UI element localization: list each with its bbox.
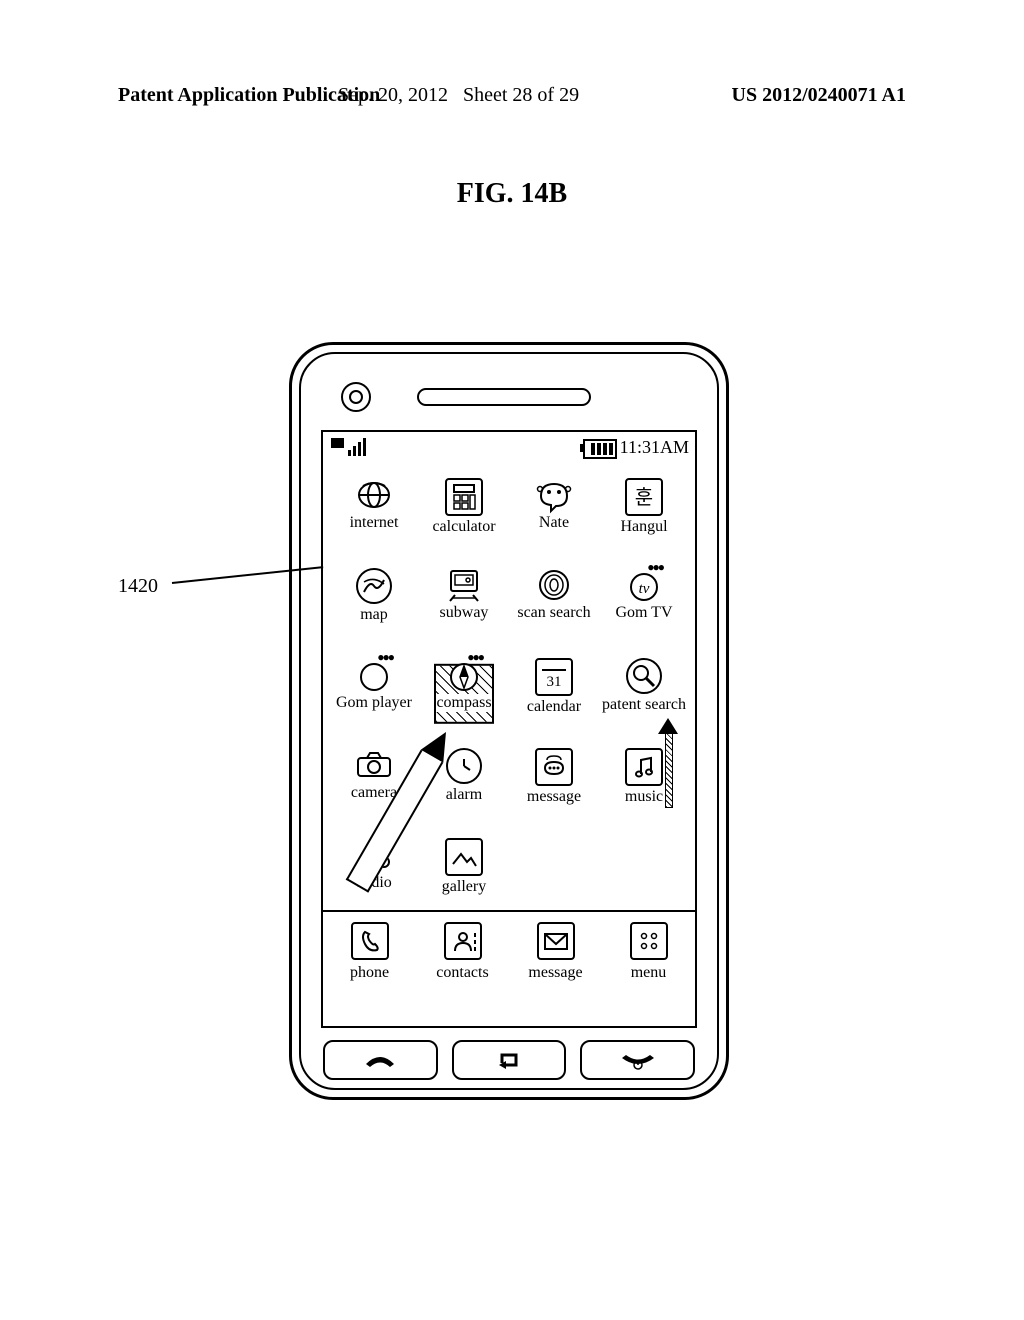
header-sheet: Sheet 28 of 29: [463, 84, 579, 106]
dock-label: menu: [631, 964, 667, 982]
app-label: music: [625, 788, 663, 806]
contacts-icon: [444, 922, 482, 960]
alarm-icon: [446, 748, 482, 784]
bear-paw-icon: ●●●: [467, 650, 483, 665]
envelope-icon: [537, 922, 575, 960]
bear-paw-icon: ●●●: [377, 650, 393, 665]
app-calculator[interactable]: calculator: [419, 478, 509, 564]
app-gom-tv[interactable]: ●●● tv Gom TV: [599, 568, 689, 654]
map-icon: [356, 568, 392, 604]
signal-icon: [331, 438, 366, 456]
app-map[interactable]: map: [329, 568, 419, 654]
earpiece-icon: [417, 388, 591, 406]
hangul-icon: 훈: [625, 478, 663, 516]
hw-back-button[interactable]: [452, 1040, 567, 1080]
phone-screen: 11:31AM internet calculator Nate: [321, 430, 697, 1028]
app-music[interactable]: music: [599, 748, 689, 834]
svg-text:tv: tv: [639, 581, 650, 597]
chat-bubble-icon: [537, 478, 571, 512]
end-call-icon: [616, 1050, 660, 1070]
app-label: Hangul: [620, 518, 667, 536]
hardware-buttons: [323, 1040, 695, 1080]
app-label: alarm: [446, 786, 482, 804]
dock-bar: phone contacts message menu: [323, 910, 695, 1026]
camera-icon: [357, 748, 391, 782]
bear-paw-icon: ●●●: [647, 560, 663, 575]
app-label: compass: [436, 694, 491, 712]
dock-label: phone: [350, 964, 389, 982]
dock-message[interactable]: message: [509, 922, 602, 1026]
dock-label: contacts: [436, 964, 488, 982]
battery-icon: [583, 439, 617, 459]
back-arrow-icon: [494, 1049, 524, 1071]
header-date: Sep. 20, 2012: [338, 84, 448, 106]
gallery-icon: [445, 838, 483, 876]
hw-call-button[interactable]: [323, 1040, 438, 1080]
app-gom-player[interactable]: ●●● Gom player: [329, 658, 419, 744]
app-label: gallery: [442, 878, 486, 896]
calendar-icon: 31: [535, 658, 573, 696]
status-bar: 11:31AM: [323, 432, 695, 464]
app-hangul[interactable]: 훈 Hangul: [599, 478, 689, 564]
compass-icon: ●●●: [447, 658, 481, 692]
app-label: subway: [440, 604, 489, 622]
app-label: map: [360, 606, 388, 624]
dock-label: message: [528, 964, 582, 982]
figure-title: FIG. 14B: [0, 178, 1024, 210]
handset-icon: [360, 1050, 400, 1070]
dock-contacts[interactable]: contacts: [416, 922, 509, 1026]
app-label: Gom player: [336, 694, 412, 712]
calculator-icon: [445, 478, 483, 516]
fingerprint-icon: [537, 568, 571, 602]
header-mid: Sep. 20, 2012 Sheet 28 of 29: [338, 84, 579, 107]
header-right: US 2012/0240071 A1: [732, 84, 906, 107]
app-label: calculator: [432, 518, 495, 536]
app-label: Nate: [539, 514, 569, 532]
app-subway[interactable]: subway: [419, 568, 509, 654]
phone-handset-icon: [351, 922, 389, 960]
front-camera-icon: [341, 382, 371, 412]
app-label: calendar: [527, 698, 581, 716]
menu-grid-icon: [630, 922, 668, 960]
music-note-icon: [625, 748, 663, 786]
message-stack-icon: [535, 748, 573, 786]
app-label: internet: [350, 514, 399, 532]
scroll-up-arrow-icon: [661, 718, 675, 808]
dock-menu[interactable]: menu: [602, 922, 695, 1026]
gom-tv-icon: ●●● tv: [627, 568, 661, 602]
app-label: scan search: [517, 604, 590, 622]
gom-player-icon: ●●●: [357, 658, 391, 692]
phone-device: 11:31AM internet calculator Nate: [289, 342, 729, 1100]
magnifier-icon: [626, 658, 662, 694]
clock-text: 11:31AM: [620, 437, 689, 458]
app-nate[interactable]: Nate: [509, 478, 599, 564]
app-scan-search[interactable]: scan search: [509, 568, 599, 654]
dock-phone[interactable]: phone: [323, 922, 416, 1026]
app-label: Gom TV: [615, 604, 672, 622]
app-label: camera: [351, 784, 397, 802]
reference-numeral: 1420: [118, 575, 158, 598]
app-calendar[interactable]: 31 calendar: [509, 658, 599, 744]
hw-end-button[interactable]: [580, 1040, 695, 1080]
svg-text:훈: 훈: [635, 486, 653, 509]
app-label: message: [527, 788, 581, 806]
calendar-day: 31: [547, 674, 562, 690]
app-message[interactable]: message: [509, 748, 599, 834]
subway-icon: [447, 568, 481, 602]
globe-icon: [357, 478, 391, 512]
app-internet[interactable]: internet: [329, 478, 419, 564]
app-label: patent search: [602, 696, 686, 714]
